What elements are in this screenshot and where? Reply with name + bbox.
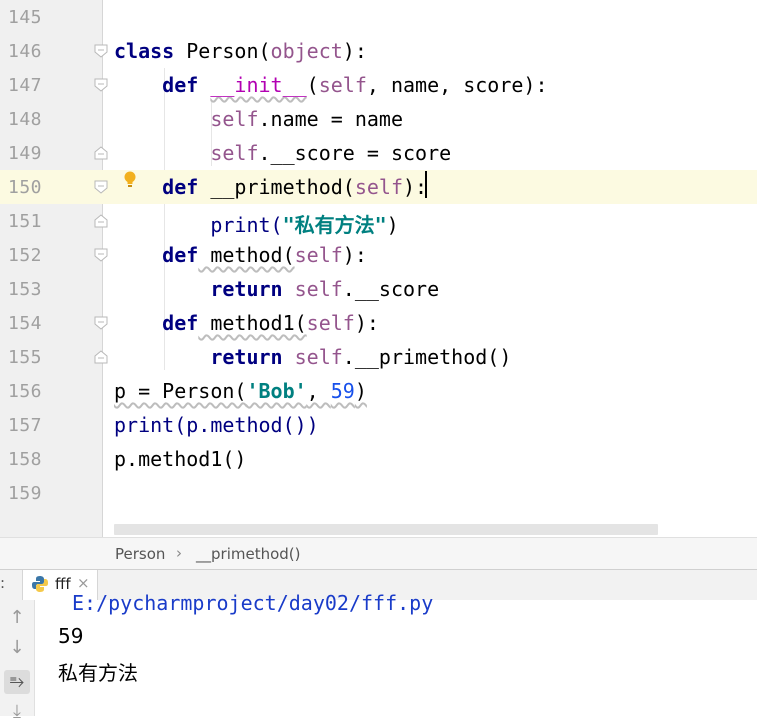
fold-collapse-icon[interactable] xyxy=(94,316,108,330)
code-line[interactable]: 158 p.method1() xyxy=(0,442,757,476)
console-output-line: 59 xyxy=(58,624,84,648)
breadcrumb: Person › __primethod() xyxy=(0,537,757,570)
fold-collapse-icon[interactable] xyxy=(94,248,108,262)
code-text: print(p.method()) xyxy=(114,413,319,437)
line-number: 155 xyxy=(8,347,43,368)
breadcrumb-separator: › xyxy=(176,544,182,562)
line-number: 146 xyxy=(8,41,43,62)
code-text: def method(self): xyxy=(162,243,367,267)
soft-wrap-icon[interactable]: ⥱ xyxy=(4,670,30,694)
code-text: def method1(self): xyxy=(162,311,379,335)
code-line[interactable]: 146 class Person(object): xyxy=(0,34,757,68)
line-number: 150 xyxy=(8,177,43,198)
arrow-down-icon[interactable]: ↓ xyxy=(4,636,30,660)
code-line[interactable]: 155 return self.__primethod() xyxy=(0,340,757,374)
line-number: 145 xyxy=(8,7,43,28)
line-number: 149 xyxy=(8,143,43,164)
breadcrumb-class[interactable]: Person xyxy=(115,545,165,563)
line-number: 159 xyxy=(8,483,43,504)
line-number: 152 xyxy=(8,245,43,266)
code-text: class Person(object): xyxy=(114,39,367,63)
run-label: : xyxy=(0,574,6,592)
code-line[interactable]: 147 def __init__(self, name, score): xyxy=(0,68,757,102)
line-number: 158 xyxy=(8,449,43,470)
breadcrumb-method[interactable]: __primethod() xyxy=(196,545,301,563)
fold-end-icon[interactable] xyxy=(94,350,108,364)
line-number: 153 xyxy=(8,279,43,300)
code-text: self.name = name xyxy=(210,107,403,131)
python-icon xyxy=(32,576,48,592)
console-output-line: 私有方法 xyxy=(58,661,138,685)
fold-collapse-icon[interactable] xyxy=(94,44,108,58)
horizontal-scrollbar[interactable] xyxy=(114,524,658,535)
code-line[interactable]: 149 self.__score = score xyxy=(0,136,757,170)
console-toolbar: ↑ ↓ ⥱ ⤓ xyxy=(0,600,35,722)
fold-end-icon[interactable] xyxy=(94,146,108,160)
code-text: self.__score = score xyxy=(210,141,452,165)
fold-collapse-icon[interactable] xyxy=(94,180,108,194)
line-number: 156 xyxy=(8,381,43,402)
code-editor[interactable]: 145 146 class Person(object): 147 def __… xyxy=(0,0,757,537)
console-path: E:/pycharmproject/day02/fff.py xyxy=(72,591,434,615)
code-text: def __primethod(self): xyxy=(162,175,428,199)
fold-collapse-icon[interactable] xyxy=(94,78,108,92)
code-text: print("私有方法") xyxy=(210,213,399,237)
arrow-up-icon[interactable]: ↑ xyxy=(4,606,30,630)
line-number: 151 xyxy=(8,211,43,232)
line-number: 157 xyxy=(8,415,43,436)
code-line[interactable]: 159 xyxy=(0,476,757,510)
line-number: 148 xyxy=(8,109,43,130)
run-console[interactable]: ↑ ↓ ⥱ ⤓ E:/pycharmproject/day02/fff.py 5… xyxy=(0,591,757,722)
close-icon[interactable]: × xyxy=(77,574,90,592)
code-text: return self.__score xyxy=(210,277,440,301)
text-caret xyxy=(425,171,427,198)
code-text: p = Person('Bob', 59) xyxy=(114,379,367,403)
line-number: 154 xyxy=(8,313,43,334)
run-tab-label: fff xyxy=(55,575,71,593)
code-line[interactable]: 156 p = Person('Bob', 59) xyxy=(0,374,757,408)
line-number: 147 xyxy=(8,75,43,96)
code-text: def __init__(self, name, score): xyxy=(162,73,548,97)
lightbulb-icon[interactable] xyxy=(124,171,136,189)
code-line[interactable]: 148 self.name = name xyxy=(0,102,757,136)
code-line[interactable]: 152 def method(self): xyxy=(0,238,757,272)
fold-end-icon[interactable] xyxy=(94,214,108,228)
scroll-to-end-icon[interactable]: ⤓ xyxy=(4,700,30,724)
code-line[interactable]: 154 def method1(self): xyxy=(0,306,757,340)
code-line-current[interactable]: 150 def __primethod(self): xyxy=(0,170,757,204)
code-text: p.method1() xyxy=(114,447,247,471)
code-text: return self.__primethod() xyxy=(210,345,512,369)
code-line[interactable]: 151 print("私有方法") xyxy=(0,204,757,238)
code-line[interactable]: 157 print(p.method()) xyxy=(0,408,757,442)
code-line[interactable]: 145 xyxy=(0,0,757,34)
code-line[interactable]: 153 return self.__score xyxy=(0,272,757,306)
